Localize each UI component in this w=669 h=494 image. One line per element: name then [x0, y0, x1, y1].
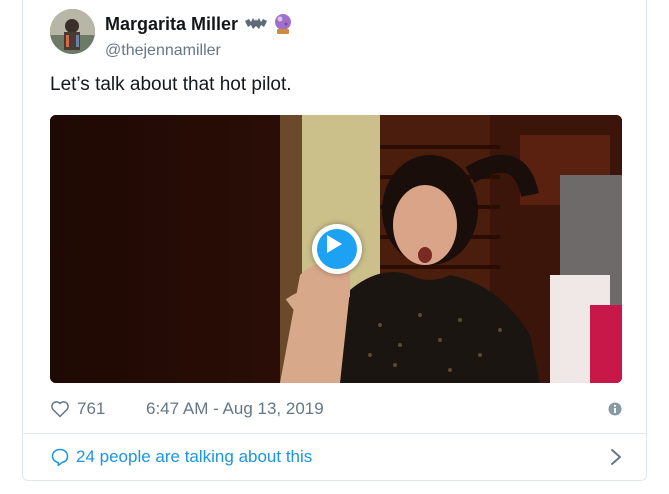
tweet-card: Margarita Miller @thejennamiller Let’s t…: [22, 0, 647, 481]
tweet-meta: 761 6:47 AM - Aug 13, 2019: [50, 397, 622, 421]
info-icon[interactable]: [608, 401, 622, 416]
conversation-link[interactable]: 24 people are talking about this: [50, 444, 622, 470]
comment-icon: [50, 447, 70, 467]
display-name-row: Margarita Miller: [105, 13, 294, 35]
bat-emoji: [244, 13, 268, 35]
tweet-header: Margarita Miller @thejennamiller: [50, 9, 610, 65]
timestamp[interactable]: 6:47 AM - Aug 13, 2019: [146, 399, 324, 419]
tweet-text: Let’s talk about that hot pilot.: [50, 74, 292, 95]
heart-icon[interactable]: [50, 399, 70, 419]
video-player[interactable]: [50, 115, 622, 383]
avatar[interactable]: [50, 9, 95, 54]
play-button[interactable]: [312, 224, 362, 274]
talking-label: 24 people are talking about this: [76, 447, 313, 466]
like-count: 761: [77, 399, 106, 418]
crystal-ball-emoji: [272, 13, 294, 35]
play-icon: [327, 235, 342, 253]
divider: [23, 433, 646, 434]
chevron-right-icon: [610, 448, 622, 466]
display-name[interactable]: Margarita Miller: [105, 14, 238, 35]
user-handle[interactable]: @thejennamiller: [105, 42, 221, 60]
